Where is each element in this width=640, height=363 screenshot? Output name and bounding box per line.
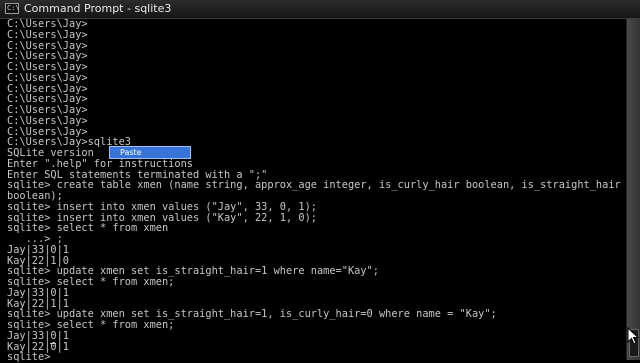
mouse-pointer-icon [627, 327, 639, 345]
window-title: Command Prompt - sqlite3 [24, 2, 172, 15]
command-prompt-icon: C:\ [5, 3, 20, 14]
context-menu[interactable]: Paste [109, 146, 191, 159]
console-line: sqlite> create table xmen (name string, … [7, 179, 621, 192]
console-prompt-line: sqlite> [7, 351, 51, 363]
paste-menu-item[interactable]: Paste [120, 147, 142, 158]
title-bar[interactable]: C:\ Command Prompt - sqlite3 [0, 0, 640, 19]
vertical-scrollbar[interactable] [626, 19, 640, 360]
text-cursor [50, 343, 56, 344]
console-area[interactable]: C:\Users\Jay> C:\Users\Jay> C:\Users\Jay… [0, 19, 626, 363]
console-output: C:\Users\Jay> C:\Users\Jay> C:\Users\Jay… [0, 19, 626, 363]
